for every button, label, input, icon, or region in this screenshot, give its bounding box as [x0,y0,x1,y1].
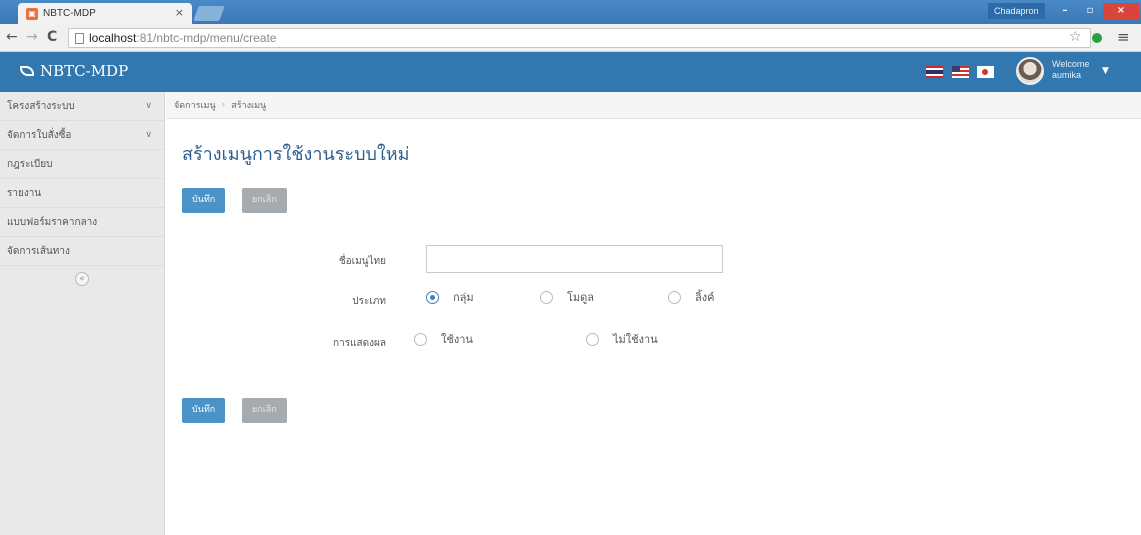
minimize-icon[interactable]: – [1053,3,1077,19]
breadcrumb-item[interactable]: จัดการเมนู [174,98,216,112]
display-radio-inactive[interactable]: ไม่ใช้งาน [586,330,658,348]
sidebar-item-label: โครงสร้างระบบ [7,100,75,112]
window-close-icon[interactable]: × [1103,3,1139,19]
sidebar-item-system-structure[interactable]: โครงสร้างระบบ ∨ [0,92,164,121]
japan-flag-icon[interactable] [977,66,994,78]
brand-name: NBTC-MDP [40,62,129,80]
user-menu[interactable]: Welcome aumika [1052,59,1089,81]
reload-icon[interactable]: C [47,29,57,45]
save-button-bottom[interactable]: บันทึก [182,398,226,423]
tab-title: NBTC-MDP [43,8,96,19]
type-radio-module[interactable]: โมดูล [540,288,594,306]
sidebar-item-routes[interactable]: จัดการเส้นทาง [0,237,164,266]
radio-unchecked-icon[interactable] [586,332,599,346]
sidebar-item-label: กฎระเบียบ [7,158,53,170]
extension-icon[interactable] [1092,33,1102,43]
app-header: NBTC-MDP Welcome aumika ▼ [0,52,1141,92]
type-radio-link[interactable]: ลิ้งค์ [668,288,714,306]
menu-name-input[interactable] [426,245,723,273]
caret-down-icon[interactable]: ▼ [1102,66,1109,76]
name-label: ชื่อเมนูไทย [338,256,386,267]
tab-close-icon[interactable]: × [175,6,184,19]
sidebar-item-reports[interactable]: รายงาน [0,179,164,208]
sidebar: โครงสร้างระบบ ∨ จัดการใบสั่งซื้อ ∨ กฎระเ… [0,92,165,535]
breadcrumb-separator: › [221,100,226,110]
app-favicon-icon: ▣ [26,7,38,20]
address-bar[interactable]: localhost:81/nbtc-mdp/menu/create [68,28,1091,48]
sidebar-item-label: แบบฟอร์มราคากลาง [7,216,98,228]
breadcrumb: จัดการเมนู › สร้างเมนู [166,92,1141,119]
chevron-down-icon: ∨ [145,101,152,111]
page-title: สร้างเมนูการใช้งานระบบใหม่ [182,144,410,165]
browser-toolbar: ← → C localhost:81/nbtc-mdp/menu/create … [0,24,1141,52]
display-radio-active[interactable]: ใช้งาน [414,330,473,348]
forward-arrow-icon[interactable]: → [26,29,38,45]
radio-unchecked-icon[interactable] [668,290,681,304]
browser-menu-icon[interactable]: ≡ [1117,28,1130,46]
sidebar-item-label: จัดการเส้นทาง [7,245,70,257]
sidebar-item-price-forms[interactable]: แบบฟอร์มราคากลาง [0,208,164,237]
profile-button[interactable]: Chadapron [988,3,1045,19]
welcome-text: Welcome [1052,59,1090,69]
radio-unchecked-icon[interactable] [540,290,553,304]
save-button[interactable]: บันทึก [182,188,226,213]
sidebar-item-label: รายงาน [7,187,42,199]
user-name: aumika [1052,70,1082,80]
back-arrow-icon[interactable]: ← [6,29,18,45]
radio-label: ไม่ใช้งาน [613,333,658,346]
sidebar-collapse-icon[interactable]: « [75,272,89,286]
page-icon [75,32,84,44]
chevron-down-icon: ∨ [145,130,152,140]
sidebar-item-purchase-orders[interactable]: จัดการใบสั่งซื้อ ∨ [0,121,164,150]
radio-label: โมดูล [567,291,595,304]
avatar[interactable] [1016,57,1044,85]
type-radio-group[interactable]: กลุ่ม [426,288,474,306]
display-label: การแสดงผล [333,338,386,349]
url-host: localhost [89,31,137,45]
cancel-button-bottom[interactable]: ยกเลิก [242,398,287,423]
sidebar-item-label: จัดการใบสั่งซื้อ [7,129,72,141]
sidebar-item-regulations[interactable]: กฎระเบียบ [0,150,164,179]
maximize-icon[interactable]: ▫ [1078,3,1102,19]
url-path: :81/nbtc-mdp/menu/create [136,31,277,45]
cancel-button[interactable]: ยกเลิก [242,188,287,213]
bookmark-star-icon[interactable]: ☆ [1069,29,1082,45]
browser-titlebar: ▣ NBTC-MDP × Chadapron – ▫ × [0,0,1141,24]
breadcrumb-item-current: สร้างเมนู [231,101,267,111]
us-flag-icon[interactable] [952,66,969,78]
leaf-icon [20,66,34,76]
radio-checked-icon[interactable] [426,290,439,304]
thai-flag-icon[interactable] [926,66,943,78]
brand-logo[interactable]: NBTC-MDP [20,62,128,80]
type-label: ประเภท [352,296,386,307]
browser-tab[interactable]: ▣ NBTC-MDP × [18,3,192,24]
radio-label: ลิ้งค์ [695,291,715,304]
radio-unchecked-icon[interactable] [414,332,427,346]
new-tab-button[interactable] [193,6,225,21]
radio-label: ใช้งาน [441,333,473,346]
radio-label: กลุ่ม [453,291,474,304]
